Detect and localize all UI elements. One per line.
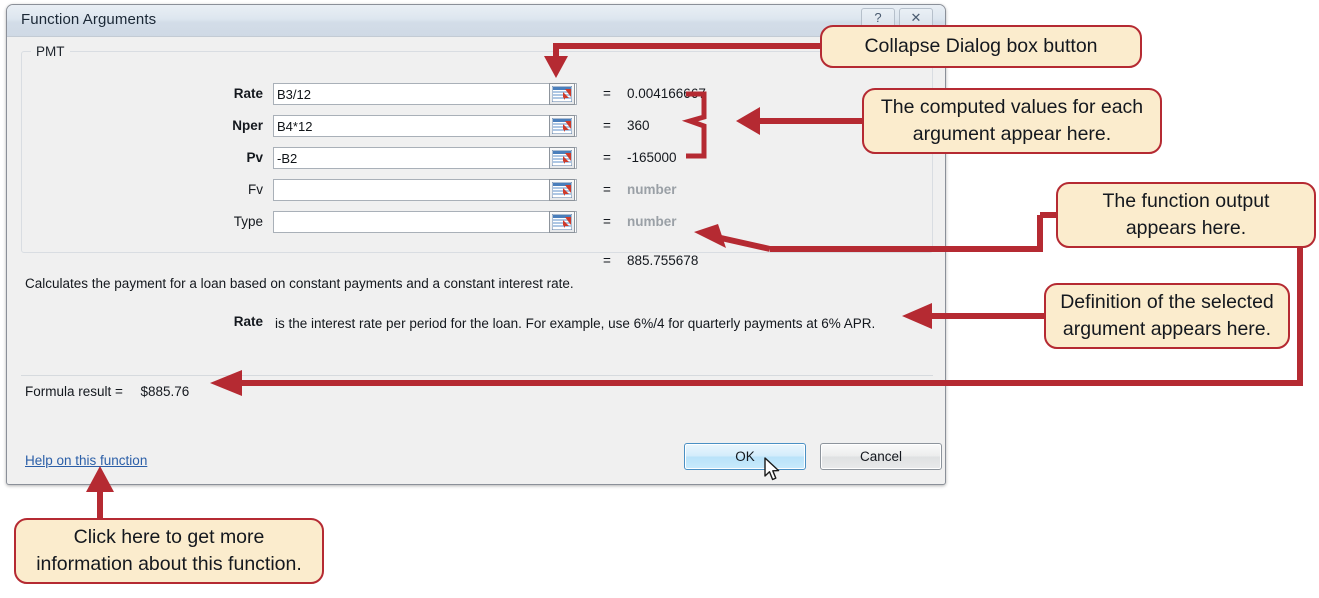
argument-input-nper[interactable]: B4*12 <box>273 115 577 137</box>
argument-row-type: Type = number <box>21 211 933 241</box>
argument-label-type: Type <box>233 214 263 229</box>
argument-row-rate: Rate B3/12 = 0.004166667 <box>21 83 933 113</box>
formula-result-label: Formula result = <box>25 384 123 399</box>
argument-result-pv: -165000 <box>627 150 677 165</box>
equals-sign-type: = <box>603 214 611 229</box>
argument-row-fv: Fv = number <box>21 179 933 209</box>
selected-argument-name: Rate <box>233 314 263 329</box>
cancel-button[interactable]: Cancel <box>820 443 942 470</box>
collapse-dialog-button-fv[interactable] <box>549 179 575 201</box>
equals-sign-rate: = <box>603 86 611 101</box>
collapse-dialog-icon <box>552 150 572 166</box>
argument-label-rate: Rate <box>233 86 263 101</box>
equals-sign-overall: = <box>603 253 611 268</box>
formula-result: Formula result = $885.76 <box>25 384 189 399</box>
collapse-dialog-icon <box>552 86 572 102</box>
collapse-dialog-icon <box>552 182 572 198</box>
collapse-dialog-button-nper[interactable] <box>549 115 575 137</box>
dialog-titlebar: Function Arguments ? ✕ <box>7 5 945 37</box>
callout-function-output: The function output appears here. <box>1056 182 1316 248</box>
argument-label-fv: Fv <box>248 182 263 197</box>
argument-input-fv[interactable] <box>273 179 577 201</box>
selected-argument-help: is the interest rate per period for the … <box>275 316 876 331</box>
function-description: Calculates the payment for a loan based … <box>25 276 574 291</box>
argument-input-type[interactable] <box>273 211 577 233</box>
formula-result-value: $885.76 <box>140 384 190 399</box>
argument-result-fv: number <box>627 182 677 197</box>
equals-sign-nper: = <box>603 118 611 133</box>
argument-result-nper: 360 <box>627 118 650 133</box>
argument-label-pv: Pv <box>246 150 263 165</box>
function-name-label: PMT <box>31 44 70 59</box>
collapse-dialog-icon <box>552 118 572 134</box>
equals-sign-fv: = <box>603 182 611 197</box>
argument-label-nper: Nper <box>232 118 263 133</box>
overall-result-value: 885.755678 <box>627 253 699 268</box>
callout-help-link: Click here to get more information about… <box>14 518 324 584</box>
argument-result-type: number <box>627 214 677 229</box>
collapse-dialog-button-rate[interactable] <box>549 83 575 105</box>
callout-argument-definition: Definition of the selected argument appe… <box>1044 283 1290 349</box>
argument-row-pv: Pv -B2 = -165000 <box>21 147 933 177</box>
collapse-dialog-button-pv[interactable] <box>549 147 575 169</box>
callout-collapse-dialog: Collapse Dialog box button <box>820 25 1142 68</box>
dialog-title: Function Arguments <box>21 11 157 28</box>
divider <box>21 375 933 376</box>
callout-computed-values: The computed values for each argument ap… <box>862 88 1162 154</box>
argument-result-rate: 0.004166667 <box>627 86 706 101</box>
argument-input-pv[interactable]: -B2 <box>273 147 577 169</box>
collapse-dialog-button-type[interactable] <box>549 211 575 233</box>
ok-button[interactable]: OK <box>684 443 806 470</box>
overall-result-row: = 885.755678 <box>21 250 933 272</box>
function-arguments-dialog: Function Arguments ? ✕ PMT Rate B3/12 = … <box>6 4 946 485</box>
equals-sign-pv: = <box>603 150 611 165</box>
argument-row-nper: Nper B4*12 = 360 <box>21 115 933 145</box>
help-on-this-function-link[interactable]: Help on this function <box>25 453 147 468</box>
argument-input-rate[interactable]: B3/12 <box>273 83 577 105</box>
collapse-dialog-icon <box>552 214 572 230</box>
